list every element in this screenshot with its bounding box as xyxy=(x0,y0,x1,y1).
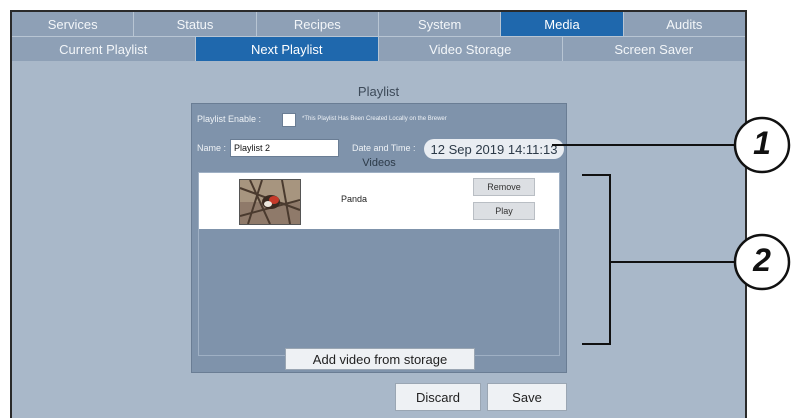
callout-1: 1 xyxy=(753,125,771,161)
callout-2: 2 xyxy=(753,242,771,278)
callout-lines xyxy=(552,116,791,345)
